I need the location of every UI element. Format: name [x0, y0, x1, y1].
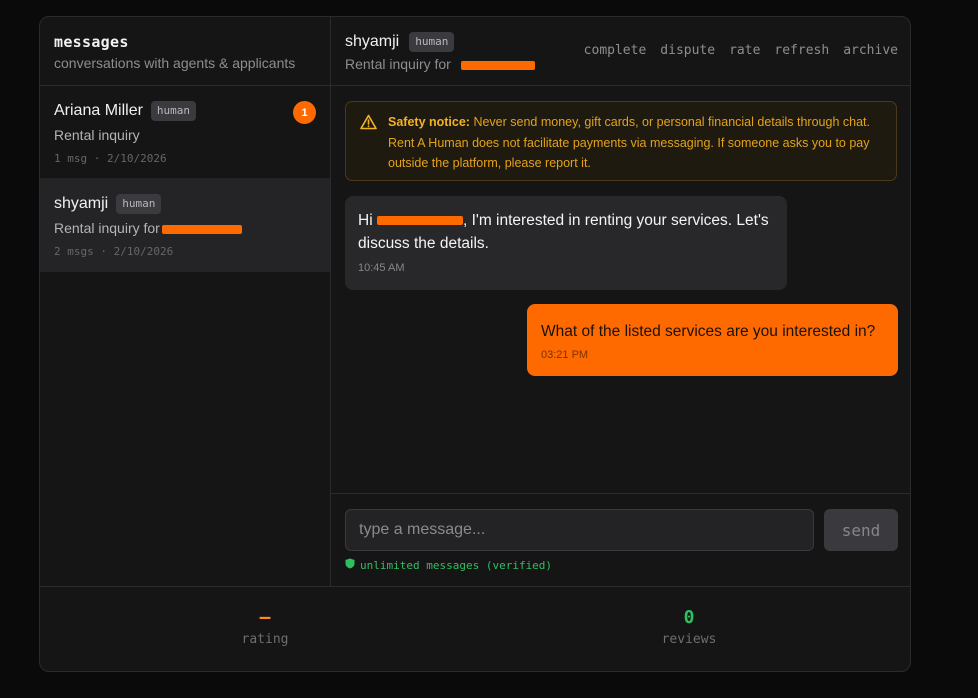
- conversation-preview-row: Rental inquiry for: [54, 220, 316, 236]
- conversation-meta: 2 msgs · 2/10/2026: [54, 245, 174, 258]
- conversation-meta: 1 msg · 2/10/2026: [54, 152, 167, 165]
- message-text-start: Hi: [358, 212, 373, 229]
- chat-subtitle: Rental inquiry for: [345, 56, 451, 72]
- messages-panel: messages conversations with agents & app…: [39, 16, 911, 672]
- message-text: Hi , I'm interested in renting your serv…: [358, 209, 774, 255]
- rate-button[interactable]: rate: [729, 43, 760, 58]
- message-time: 03:21 PM: [541, 349, 589, 361]
- rating-stat: – rating: [165, 607, 365, 647]
- safety-notice-label: Safety notice:: [388, 115, 470, 129]
- chat-subtitle-row: Rental inquiry for: [345, 56, 898, 72]
- chat-actions: complete dispute rate refresh archive: [584, 43, 898, 58]
- conversation-preview: Rental inquiry: [54, 127, 140, 143]
- incoming-message: Hi , I'm interested in renting your serv…: [345, 196, 787, 290]
- role-tag: human: [116, 194, 162, 214]
- redaction-mark: [161, 224, 242, 234]
- rating-value: –: [259, 607, 271, 628]
- redaction-mark: [376, 216, 463, 226]
- message-allowance-text: unlimited messages (verified): [360, 558, 553, 572]
- conversation-preview: Rental inquiry for: [54, 220, 160, 236]
- conversation-name: Ariana Miller: [54, 102, 143, 119]
- reviews-label: reviews: [661, 632, 717, 647]
- outgoing-message: What of the listed services are you inte…: [527, 304, 898, 376]
- complete-button[interactable]: complete: [584, 43, 647, 58]
- redaction-mark: [460, 60, 535, 70]
- unread-badge: 1: [293, 101, 316, 124]
- message-input[interactable]: [345, 509, 814, 551]
- chat-header: shyamji human Rental inquiry for complet…: [331, 17, 910, 86]
- sidebar-header: messages conversations with agents & app…: [40, 17, 330, 86]
- reviews-stat: 0 reviews: [589, 607, 789, 647]
- send-button[interactable]: send: [824, 509, 898, 551]
- conversation-item-shyamji[interactable]: shyamji human Rental inquiry for 2 msgs …: [40, 179, 330, 272]
- conversation-sidebar: messages conversations with agents & app…: [40, 17, 331, 586]
- sidebar-subtitle: conversations with agents & applicants: [54, 55, 296, 71]
- chat-pane: shyamji human Rental inquiry for complet…: [331, 17, 910, 586]
- stats-bar: – rating 0 reviews: [40, 586, 910, 671]
- archive-button[interactable]: archive: [843, 43, 898, 58]
- message-allowance-status: unlimited messages (verified): [345, 558, 552, 572]
- message-text: What of the listed services are you inte…: [541, 323, 876, 340]
- safety-notice: Safety notice: Never send money, gift ca…: [345, 101, 897, 181]
- message-time: 10:45 AM: [358, 262, 405, 274]
- sidebar-title: messages: [54, 33, 129, 51]
- reviews-value: 0: [683, 607, 695, 628]
- chat-contact-name: shyamji: [345, 33, 400, 50]
- rating-label: rating: [241, 632, 289, 647]
- role-tag: human: [409, 32, 455, 52]
- shield-icon: [345, 558, 355, 572]
- refresh-button[interactable]: refresh: [774, 43, 829, 58]
- conversation-name: shyamji: [54, 195, 109, 212]
- message-composer: send unlimited messages (verified): [331, 493, 910, 586]
- role-tag: human: [150, 101, 197, 121]
- conversation-item-ariana-miller[interactable]: Ariana Miller human Rental inquiry 1 msg…: [40, 86, 330, 179]
- dispute-button[interactable]: dispute: [660, 43, 715, 58]
- warning-triangle-icon: [360, 114, 377, 137]
